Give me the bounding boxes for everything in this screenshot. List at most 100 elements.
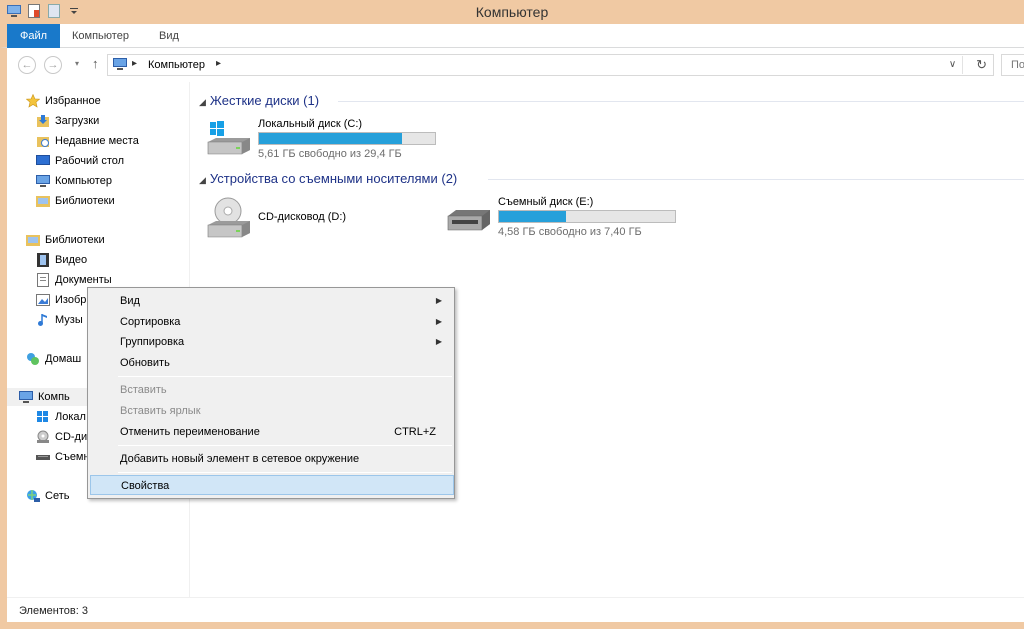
- menu-item-label: Добавить новый элемент в сетевое окружен…: [120, 453, 360, 465]
- nav-removable-disk[interactable]: Съемн: [35, 448, 90, 466]
- libraries-icon: [25, 232, 41, 248]
- tab-file[interactable]: Файл: [7, 24, 60, 48]
- menu-item-sort[interactable]: Сортировка ▶: [90, 312, 452, 332]
- desktop-icon: [35, 153, 51, 169]
- nav-music[interactable]: Музы: [35, 311, 83, 329]
- drive-name: Съемный диск (E:): [498, 196, 594, 208]
- nav-homegroup[interactable]: Домаш: [25, 350, 81, 368]
- music-icon: [35, 312, 51, 328]
- tab-computer[interactable]: Компьютер: [72, 24, 129, 48]
- nav-label: Съемн: [55, 451, 90, 463]
- drive-free-space: 5,61 ГБ свободно из 29,4 ГБ: [258, 148, 402, 160]
- title-bar: Компьютер: [0, 0, 1024, 24]
- refresh-icon[interactable]: ↻: [976, 57, 987, 73]
- cd-drive-icon: [35, 429, 51, 445]
- cd-drive-icon: [206, 197, 252, 244]
- removable-disk-icon: [446, 206, 492, 237]
- nav-label: Библиотеки: [55, 195, 115, 207]
- menu-item-paste-shortcut[interactable]: Вставить ярлык: [90, 401, 452, 421]
- menu-item-label: Вставить ярлык: [120, 405, 201, 417]
- search-input[interactable]: По: [1001, 54, 1024, 76]
- nav-label: Рабочий стол: [55, 155, 125, 167]
- status-bar: Элементов: 3: [7, 597, 1024, 622]
- nav-desktop[interactable]: Рабочий стол: [35, 152, 124, 170]
- nav-local-disk[interactable]: Локал: [35, 408, 86, 426]
- documents-icon: [35, 272, 51, 288]
- nav-videos[interactable]: Видео: [35, 251, 87, 269]
- drive-usage-bar: [258, 132, 436, 145]
- nav-label: Музы: [55, 314, 83, 326]
- group-divider: [338, 101, 1024, 102]
- context-menu: Вид ▶ Сортировка ▶ Группировка ▶ Обновит…: [87, 287, 455, 499]
- navigation-bar: ← → ▾ ↑ ▸ Компьютер ▸ ∨ ↻ По: [7, 48, 1024, 82]
- items-count: Элементов: 3: [19, 605, 88, 617]
- nav-label: Избранное: [45, 95, 101, 107]
- breadcrumb-separator[interactable]: ▸: [132, 58, 137, 69]
- drive-free-space: 4,58 ГБ свободно из 7,40 ГБ: [498, 226, 642, 238]
- window-title: Компьютер: [475, 4, 549, 20]
- group-hard-disks[interactable]: ◢ Жесткие диски (1): [199, 93, 319, 108]
- nav-computer-fav[interactable]: Компьютер: [35, 172, 112, 190]
- group-title-text: Устройства со съемными носителями (2): [209, 171, 458, 186]
- up-button[interactable]: ↑: [92, 56, 99, 71]
- nav-label: Компьютер: [55, 175, 112, 187]
- submenu-arrow-icon: ▶: [435, 317, 442, 326]
- tab-view[interactable]: Вид: [159, 24, 179, 48]
- menu-item-label: Отменить переименование: [120, 426, 260, 438]
- menu-item-refresh[interactable]: Обновить: [90, 353, 452, 373]
- menu-item-label: Вставить: [120, 384, 167, 396]
- menu-item-label: Обновить: [120, 357, 170, 369]
- nav-favorites[interactable]: Избранное: [25, 92, 101, 110]
- nav-libraries[interactable]: Библиотеки: [25, 231, 105, 249]
- menu-separator: [118, 445, 452, 446]
- drive-usage-fill: [499, 211, 566, 222]
- nav-label: Локал: [55, 411, 86, 423]
- nav-network[interactable]: Сеть: [25, 487, 69, 505]
- computer-icon: [18, 389, 34, 405]
- menu-item-view[interactable]: Вид ▶: [90, 291, 452, 311]
- nav-label: Библиотеки: [45, 234, 105, 246]
- breadcrumb-separator[interactable]: ▸: [216, 58, 221, 69]
- network-icon: [25, 488, 41, 504]
- menu-shortcut: CTRL+Z: [394, 426, 436, 438]
- menu-item-undo-rename[interactable]: Отменить переименование CTRL+Z: [90, 422, 452, 442]
- nav-downloads[interactable]: Загрузки: [35, 112, 99, 130]
- nav-libraries-fav[interactable]: Библиотеки: [35, 192, 115, 210]
- ribbon: Файл Компьютер Вид: [0, 24, 1024, 48]
- address-bar[interactable]: ▸ Компьютер ▸ ∨ ↻: [107, 54, 994, 76]
- libraries-icon: [35, 193, 51, 209]
- submenu-arrow-icon: ▶: [435, 296, 442, 305]
- drive-name: CD-дисковод (D:): [258, 211, 347, 223]
- menu-item-label: Свойства: [121, 480, 170, 492]
- address-dropdown-icon[interactable]: ∨: [943, 56, 963, 74]
- computer-icon: [35, 173, 51, 189]
- nav-pictures[interactable]: Изобр: [35, 291, 86, 309]
- forward-button[interactable]: →: [44, 56, 62, 74]
- menu-item-add-network-location[interactable]: Добавить новый элемент в сетевое окружен…: [90, 449, 452, 469]
- menu-item-label: Сортировка: [120, 316, 181, 328]
- collapse-icon: ◢: [199, 175, 206, 185]
- nav-label: CD-ди: [55, 431, 88, 443]
- menu-item-properties[interactable]: Свойства: [90, 475, 454, 495]
- pictures-icon: [35, 292, 51, 308]
- nav-recent-places[interactable]: Недавние места: [35, 132, 139, 150]
- menu-item-label: Группировка: [120, 336, 185, 348]
- group-title-text: Жесткие диски (1): [209, 93, 320, 108]
- nav-cd-drive[interactable]: CD-ди: [35, 428, 87, 446]
- drive-usage-bar: [498, 210, 676, 223]
- menu-item-group[interactable]: Группировка ▶: [90, 332, 452, 352]
- menu-separator: [118, 376, 452, 377]
- menu-item-paste[interactable]: Вставить: [90, 380, 452, 400]
- back-button[interactable]: ←: [18, 56, 36, 74]
- group-removable[interactable]: ◢ Устройства со съемными носителями (2): [199, 171, 457, 186]
- nav-label: Видео: [55, 254, 88, 266]
- removable-disk-icon: [35, 449, 51, 465]
- computer-icon: [112, 57, 128, 74]
- breadcrumb-computer[interactable]: Компьютер: [148, 59, 205, 71]
- video-icon: [35, 252, 51, 268]
- nav-label: Домаш: [45, 353, 82, 365]
- drive-name: Локальный диск (C:): [258, 118, 363, 130]
- menu-separator: [118, 472, 452, 473]
- window-frame: [0, 622, 1024, 629]
- recent-locations-button[interactable]: ▾: [68, 56, 86, 74]
